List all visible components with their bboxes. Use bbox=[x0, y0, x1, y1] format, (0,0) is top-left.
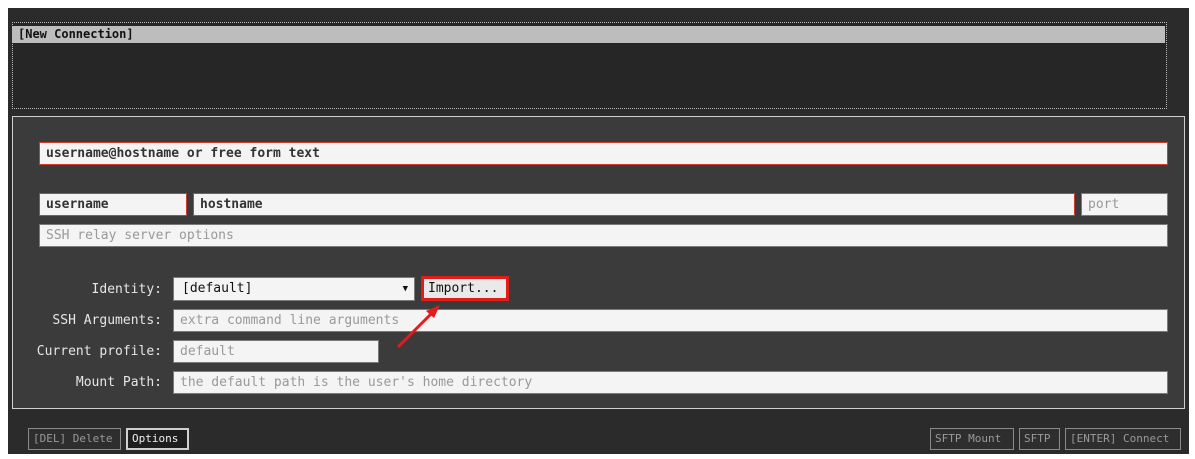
connect-button[interactable]: [ENTER] Connect bbox=[1065, 428, 1181, 450]
options-button[interactable]: Options bbox=[126, 428, 189, 450]
sftp-button[interactable]: SFTP bbox=[1019, 428, 1060, 450]
annotation-arrow-icon bbox=[397, 305, 440, 348]
sftp-mount-button[interactable]: SFTP Mount bbox=[930, 428, 1014, 450]
delete-button[interactable]: [DEL] Delete bbox=[28, 428, 121, 450]
